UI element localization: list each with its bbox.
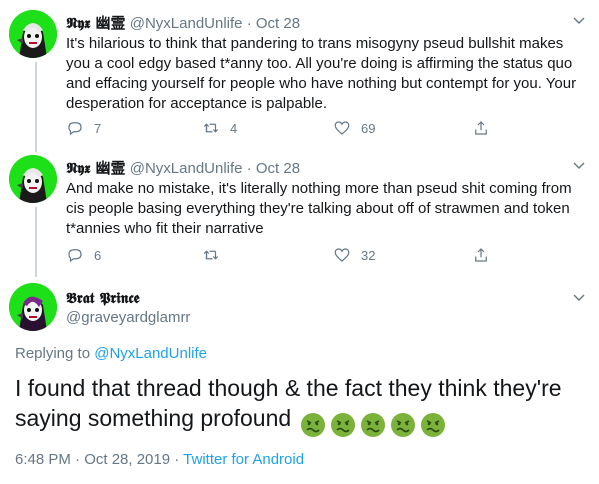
avatar[interactable] <box>9 283 57 331</box>
nauseated-face-icon <box>300 412 326 438</box>
like-count: 32 <box>361 247 376 263</box>
separator-dot: · <box>246 15 252 32</box>
nauseated-face-icon <box>330 412 356 438</box>
nauseated-face-icon <box>390 412 416 438</box>
retweet-count: 4 <box>230 120 238 136</box>
author-block: 𝕭𝖗𝖆𝖙 𝕻𝖗𝖎𝖓𝖈𝖊 @graveyardglamrr <box>66 289 190 326</box>
retweet-button[interactable] <box>202 245 230 265</box>
replying-to-link[interactable]: @NyxLandUnlife <box>94 345 207 362</box>
tweet-header: 𝕹𝖞𝖝 幽霊 @NyxLandUnlife · Oct 28 <box>66 12 300 33</box>
like-count: 69 <box>361 120 376 136</box>
tweet-text: And make no mistake, it's literally noth… <box>66 180 572 237</box>
avatar[interactable] <box>9 155 57 203</box>
like-button[interactable]: 32 <box>333 245 375 265</box>
display-name[interactable]: 𝕹𝖞𝖝 幽霊 <box>66 14 126 32</box>
share-icon <box>475 121 487 135</box>
retweet-button[interactable]: 4 <box>202 118 237 138</box>
display-name[interactable]: 𝕭𝖗𝖆𝖙 𝕻𝖗𝖎𝖓𝖈𝖊 <box>66 289 190 307</box>
nauseated-face-icon <box>360 412 386 438</box>
emoji-row <box>300 408 450 438</box>
chevron-down-icon[interactable] <box>573 291 585 303</box>
share-icon <box>475 248 487 262</box>
reply-icon <box>68 249 82 263</box>
tweet-text: I found that thread though & the fact th… <box>15 373 585 438</box>
thread-line <box>35 133 37 145</box>
tweet-date[interactable]: Oct 28 <box>256 15 300 32</box>
reply-count: 6 <box>94 247 102 263</box>
reply-button[interactable]: 6 <box>66 245 101 265</box>
tweet-timestamp[interactable]: 6:48 PM · Oct 28, 2019 · <box>15 451 183 468</box>
handle[interactable]: @NyxLandUnlife <box>130 15 243 32</box>
share-button[interactable] <box>472 245 500 265</box>
thread-line <box>35 261 37 273</box>
replying-to: Replying to @NyxLandUnlife <box>15 345 207 362</box>
heart-icon <box>334 121 350 135</box>
replying-prefix: Replying to <box>15 345 95 362</box>
tweet-header: 𝕹𝖞𝖝 幽霊 @NyxLandUnlife · Oct 28 <box>66 157 300 178</box>
handle[interactable]: @NyxLandUnlife <box>130 160 243 177</box>
chevron-down-icon[interactable] <box>573 14 585 26</box>
heart-icon <box>334 248 350 262</box>
retweet-icon <box>203 250 219 260</box>
tweet-actions: 6 32 <box>66 245 586 265</box>
tweet-source[interactable]: Twitter for Android <box>183 451 304 468</box>
tweet-text-body: I found that thread though & the fact th… <box>15 375 562 431</box>
avatar[interactable] <box>9 10 57 58</box>
tweet[interactable]: 𝕹𝖞𝖝 幽霊 @NyxLandUnlife · Oct 28 And make … <box>0 133 599 277</box>
tweet-date[interactable]: Oct 28 <box>256 160 300 177</box>
tweet-text: It's hilarious to think that pandering t… <box>66 35 577 112</box>
tweet-actions: 7 4 69 <box>66 118 586 138</box>
chevron-down-icon[interactable] <box>573 159 585 171</box>
retweet-icon <box>203 123 219 133</box>
tweet[interactable]: 𝕹𝖞𝖝 幽霊 @NyxLandUnlife · Oct 28 It's hila… <box>0 0 599 152</box>
share-button[interactable] <box>472 118 500 138</box>
like-button[interactable]: 69 <box>333 118 375 138</box>
separator-dot: · <box>246 160 252 177</box>
focused-tweet: 𝕭𝖗𝖆𝖙 𝕻𝖗𝖎𝖓𝖈𝖊 @graveyardglamrr Replying to… <box>0 261 599 484</box>
nauseated-face-icon <box>420 412 446 438</box>
reply-button[interactable]: 7 <box>66 118 101 138</box>
reply-count: 7 <box>94 120 102 136</box>
display-name[interactable]: 𝕹𝖞𝖝 幽霊 <box>66 159 126 177</box>
reply-icon <box>68 122 82 136</box>
tweet-meta: 6:48 PM · Oct 28, 2019 · Twitter for And… <box>15 451 304 468</box>
handle[interactable]: @graveyardglamrr <box>66 309 190 326</box>
